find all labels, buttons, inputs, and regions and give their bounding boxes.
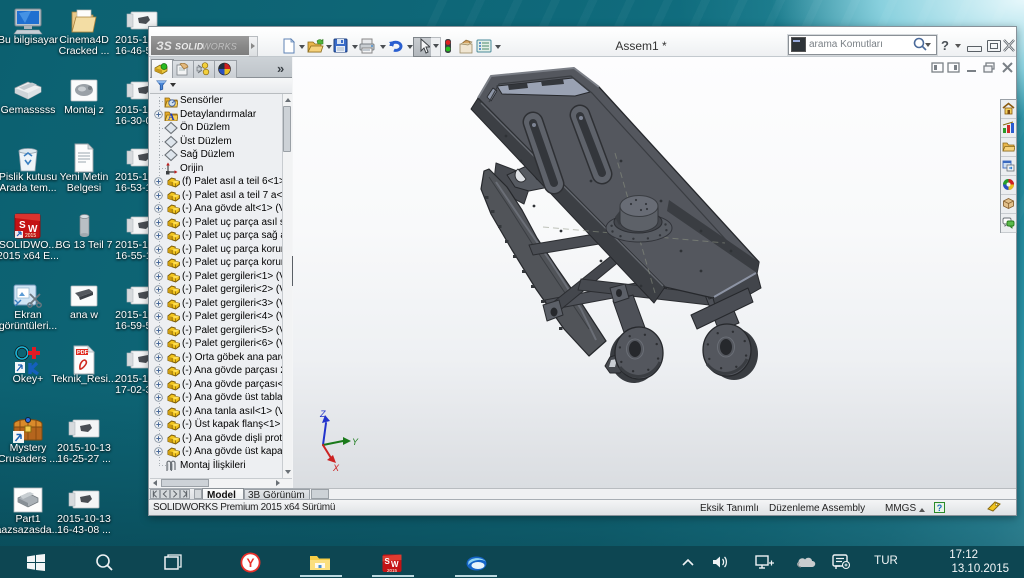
svg-text:X: X [332,463,340,473]
svg-text:WORKS: WORKS [202,42,237,52]
svg-text:Y: Y [352,437,359,447]
svg-text:Y: Y [247,556,255,570]
svg-text:S: S [385,557,391,566]
svg-text:PDF: PDF [77,350,89,356]
svg-text:A: A [168,112,175,122]
svg-text:S: S [19,220,26,231]
svg-text:ЗS: ЗS [156,39,172,53]
svg-text:SOLID: SOLID [175,42,204,52]
svg-text:2015: 2015 [387,568,398,573]
svg-text:Z: Z [319,409,326,419]
